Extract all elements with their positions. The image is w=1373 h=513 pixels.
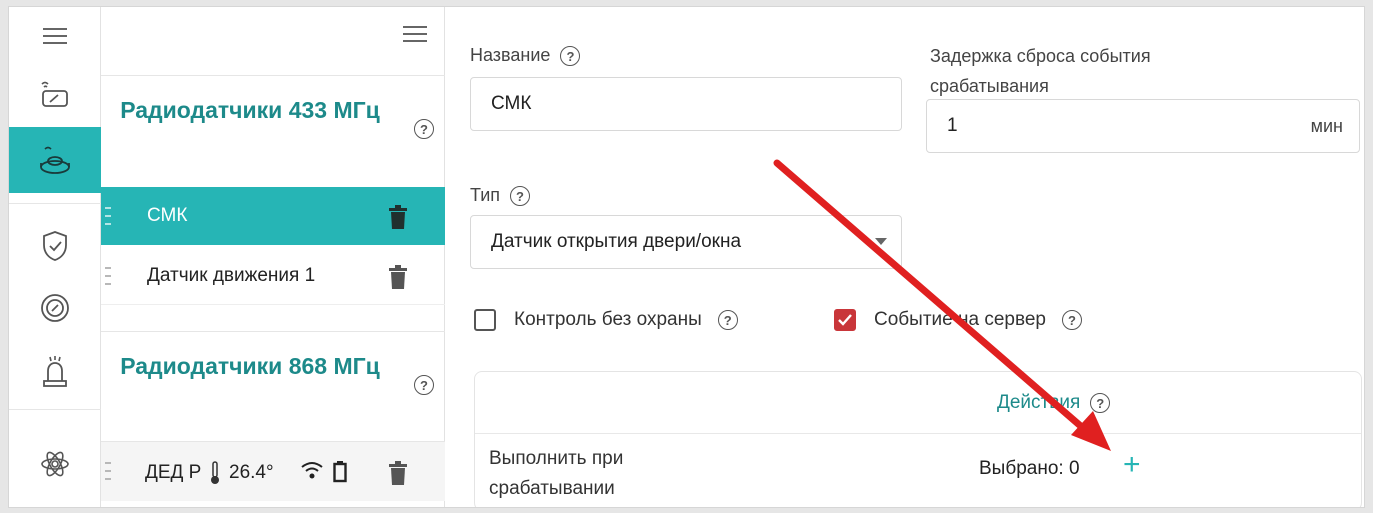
list-item-smk[interactable]: СМК [101, 187, 445, 245]
chevron-down-icon [875, 238, 887, 245]
target-icon [41, 294, 69, 322]
menu-icon [403, 26, 427, 42]
event-to-server-option: Событие на сервер ? [834, 309, 1082, 331]
rail-security-button[interactable] [9, 217, 101, 275]
selected-count: Выбрано: 0 [979, 458, 1080, 479]
delay-input-value: 1 [947, 115, 958, 136]
rail-sensors-button[interactable] [9, 279, 101, 337]
server-help-icon[interactable]: ? [1061, 310, 1082, 330]
list-item-label: Датчик движения 1 [147, 264, 316, 286]
rail-remote-button[interactable] [9, 65, 101, 125]
icon-rail [9, 7, 101, 507]
app-window: Радиодатчики 433 МГц ? СМК Датчик движен… [8, 6, 1365, 508]
event-to-server-label: Событие на сервер [874, 309, 1046, 330]
actions-header: Действия? [475, 372, 1361, 434]
signal-icon [301, 462, 323, 479]
actions-help-icon[interactable]: ? [1090, 393, 1111, 413]
group-title-868: Радиодатчики 868 МГц [120, 353, 380, 379]
remote-icon [41, 81, 68, 107]
rail-radio-sensors-button[interactable] [9, 127, 101, 193]
sensor-list-panel: Радиодатчики 433 МГц ? СМК Датчик движен… [101, 7, 445, 507]
list-item-ded-r[interactable]: ДЕД Р 26.4° [101, 441, 445, 501]
name-help-icon[interactable]: ? [560, 46, 581, 67]
group-header-433: Радиодатчики 433 МГц ? [101, 75, 445, 181]
name-label: Название? [470, 45, 581, 67]
type-label: Тип? [470, 185, 531, 207]
group-title-433: Радиодатчики 433 МГц [120, 97, 380, 123]
actions-title: Действия? [997, 392, 1111, 414]
control-without-guard-checkbox[interactable] [474, 309, 496, 331]
sensor-temperature: 26.4° [229, 462, 274, 483]
list-item-label: СМК [147, 205, 188, 226]
group-header-868: Радиодатчики 868 МГц ? [101, 331, 445, 437]
type-help-icon[interactable]: ? [510, 186, 531, 207]
menu-icon [43, 28, 67, 44]
list-item-label: ДЕД Р [145, 462, 202, 483]
group-433-help-icon[interactable]: ? [414, 119, 434, 139]
checkmark-icon [838, 314, 852, 326]
trash-icon[interactable] [389, 205, 407, 229]
actions-panel: Действия? Выполнить при срабатывании Выб… [474, 371, 1362, 507]
delay-unit: мин [1310, 115, 1343, 136]
group-868-help-icon[interactable]: ? [414, 375, 434, 395]
radio-sensor-icon [40, 146, 70, 174]
rail-settings-button[interactable] [9, 435, 101, 493]
add-action-button[interactable]: + [1123, 450, 1141, 480]
name-input[interactable]: СМК [470, 77, 902, 131]
siren-icon [43, 356, 67, 387]
rail-alarm-button[interactable] [9, 343, 101, 401]
trash-icon[interactable] [389, 265, 407, 289]
settings-icon [41, 451, 69, 477]
type-select-value: Датчик открытия двери/окна [491, 231, 742, 252]
list-menu-button[interactable] [402, 23, 428, 45]
on-trigger-label: Выполнить при срабатывании [489, 448, 624, 499]
thermometer-icon [211, 461, 219, 484]
drag-handle-icon[interactable] [105, 267, 111, 285]
control-without-guard-option: Контроль без охраны ? [474, 309, 738, 331]
sensor-settings-form: Название? СМК Задержка сброса события ср… [446, 7, 1364, 507]
rail-menu-button[interactable] [9, 7, 101, 65]
control-without-guard-label: Контроль без охраны [514, 309, 702, 330]
drag-handle-icon[interactable] [105, 207, 111, 225]
trash-icon[interactable] [389, 461, 407, 485]
control-help-icon[interactable]: ? [717, 310, 738, 330]
event-to-server-checkbox[interactable] [834, 309, 856, 331]
shield-check-icon [43, 231, 67, 261]
delay-label: Задержка сброса события срабатывания [930, 46, 1151, 96]
list-item-motion-sensor[interactable]: Датчик движения 1 [101, 247, 445, 305]
drag-handle-icon[interactable] [105, 462, 111, 480]
type-select[interactable]: Датчик открытия двери/окна [470, 215, 902, 269]
delay-input[interactable]: 1 мин [926, 99, 1360, 153]
name-input-value: СМК [491, 93, 532, 114]
battery-icon [333, 461, 347, 483]
